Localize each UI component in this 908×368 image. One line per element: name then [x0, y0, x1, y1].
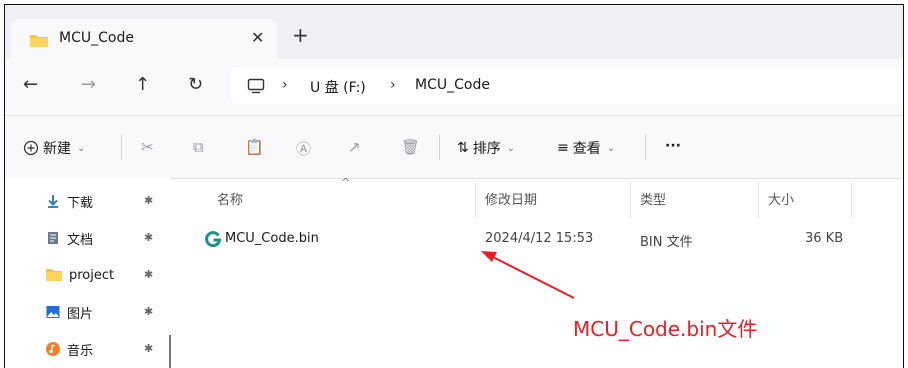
new-button[interactable]: 新建 ⌄	[23, 138, 85, 158]
sort-icon: ⇅	[457, 140, 469, 156]
sort-label: 排序	[472, 141, 501, 157]
folder-icon	[46, 269, 62, 281]
new-label: 新建	[43, 141, 71, 157]
pin-icon[interactable]: ✱	[144, 305, 153, 318]
sidebar-item-label: 图片	[67, 306, 94, 322]
cut-icon[interactable]: ✂	[141, 138, 154, 156]
annotation-label: MCU_Code.bin文件	[573, 317, 758, 341]
chevron-down-icon: ⌄	[606, 142, 616, 154]
navigation-pane: 下载 ✱ 文档 ✱ project ✱ 图片 ✱ 音乐 ✱	[5, 178, 170, 368]
address-bar[interactable]: › U 盘 (F:) › MCU_Code	[231, 68, 903, 104]
breadcrumb-folder[interactable]: MCU_Code	[415, 77, 490, 93]
sidebar-item-label: 文档	[67, 232, 94, 248]
divider	[121, 134, 122, 160]
column-header-type[interactable]: 类型	[640, 189, 666, 208]
view-button[interactable]: ≡ 查看 ⌄	[557, 138, 615, 158]
column-divider[interactable]	[630, 182, 631, 218]
pin-icon[interactable]: ✱	[144, 268, 153, 281]
folder-icon	[30, 35, 48, 47]
view-icon: ≡	[557, 140, 569, 156]
download-icon	[48, 195, 58, 208]
sidebar-item-downloads[interactable]: 下载	[45, 190, 93, 212]
file-size: 36 KB	[805, 231, 844, 246]
bin-file-icon	[205, 231, 221, 247]
pin-icon[interactable]: ✱	[144, 231, 153, 244]
back-button[interactable]: ←	[23, 75, 38, 95]
chevron-down-icon: ⌄	[77, 142, 86, 154]
pictures-icon	[46, 306, 60, 318]
sidebar-item-pictures[interactable]: 图片	[45, 301, 93, 323]
divider	[645, 134, 646, 160]
refresh-button[interactable]: ↻	[188, 75, 203, 95]
navigation-bar: ← → ↑ ↻ › U 盘 (F:) › MCU_Code	[5, 59, 903, 116]
new-tab-button[interactable]: +	[292, 25, 309, 45]
explorer-window: MCU_Code ✕ + ← → ↑ ↻ › U 盘 (F:) › MCU_Co…	[4, 4, 904, 368]
delete-icon[interactable]: 🗑	[401, 138, 420, 156]
copy-icon[interactable]: ⧉	[193, 138, 204, 156]
computer-icon	[247, 78, 265, 94]
breadcrumb-separator: ›	[282, 77, 288, 93]
tab-mcu-code[interactable]: MCU_Code ✕	[11, 19, 277, 59]
column-header-modified[interactable]: 修改日期	[485, 189, 537, 208]
music-icon	[46, 342, 60, 356]
up-button[interactable]: ↑	[135, 75, 150, 95]
breadcrumb-drive[interactable]: U 盘 (F:)	[310, 77, 366, 97]
more-options-button[interactable]: ···	[665, 138, 681, 154]
file-list: ^ 名称 修改日期 类型 大小 MCU_Code.bin 2024/4/12 1…	[171, 176, 903, 368]
sidebar-item-documents[interactable]: 文档	[45, 227, 93, 249]
share-icon[interactable]: ↗	[348, 138, 361, 156]
tab-title: MCU_Code	[59, 30, 134, 46]
forward-button[interactable]: →	[81, 75, 96, 95]
pin-icon[interactable]: ✱	[144, 194, 153, 207]
divider	[439, 134, 440, 160]
file-type: BIN 文件	[640, 235, 693, 250]
add-circle-icon	[23, 140, 39, 156]
column-header-size[interactable]: 大小	[768, 189, 794, 208]
sidebar-item-label: 音乐	[67, 343, 94, 359]
sort-caret-icon: ^	[341, 176, 351, 189]
paste-icon[interactable]: 📋	[245, 138, 264, 156]
close-tab-icon[interactable]: ✕	[251, 28, 264, 47]
rename-icon[interactable]: Ⓐ	[296, 138, 311, 159]
sidebar-item-music[interactable]: 音乐	[45, 338, 93, 360]
file-modified: 2024/4/12 15:53	[485, 231, 594, 246]
view-label: 查看	[572, 141, 601, 157]
breadcrumb-separator: ›	[390, 77, 396, 93]
column-header-name[interactable]: 名称	[217, 189, 243, 208]
tab-strip: MCU_Code ✕ +	[5, 5, 903, 59]
file-name[interactable]: MCU_Code.bin	[225, 231, 319, 246]
chevron-down-icon: ⌄	[506, 142, 516, 154]
sidebar-item-project[interactable]: project	[45, 264, 114, 286]
sidebar-item-label: 下载	[67, 195, 94, 211]
sidebar-item-label: project	[69, 267, 115, 283]
command-bar: 新建 ⌄ ✂ ⧉ 📋 Ⓐ ↗ 🗑 ⇅ 排序 ⌄ ≡ 查看 ⌄ ···	[5, 116, 903, 179]
column-divider[interactable]	[758, 182, 759, 218]
pin-icon[interactable]: ✱	[144, 342, 153, 355]
column-divider[interactable]	[851, 182, 852, 218]
column-divider[interactable]	[475, 182, 476, 218]
document-icon	[48, 232, 58, 244]
sort-button[interactable]: ⇅ 排序 ⌄	[457, 138, 515, 158]
